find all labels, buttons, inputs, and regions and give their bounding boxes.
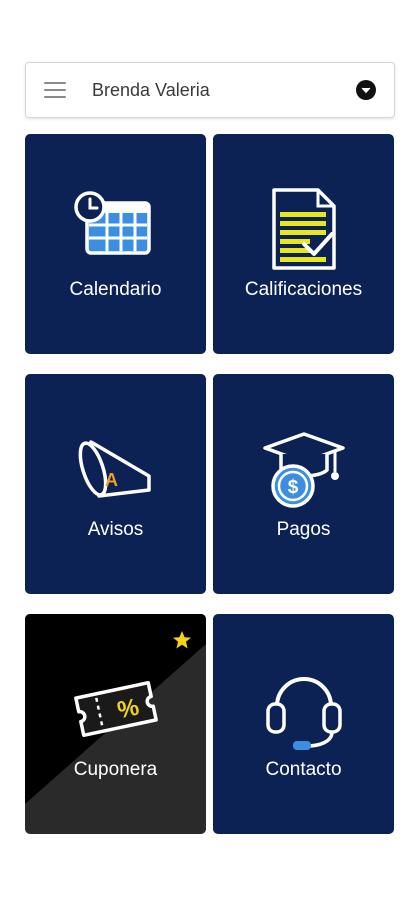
svg-text:$: $ (287, 477, 298, 498)
graduation-cap-dollar-icon: $ (213, 424, 394, 514)
calendar-clock-icon (25, 184, 206, 274)
tile-label: Calendario (69, 279, 162, 300)
tile-label: Cuponera (73, 759, 158, 780)
grades-document-icon (213, 184, 394, 274)
star-icon (172, 630, 192, 655)
tile-label: Pagos (276, 519, 331, 540)
megaphone-icon: A (25, 424, 206, 514)
tile-label: Contacto (265, 759, 342, 780)
tile-pagos[interactable]: $ Pagos (213, 374, 394, 594)
headset-icon (213, 664, 394, 754)
coupon-ticket-icon: % (25, 664, 206, 754)
user-selector[interactable]: Brenda Valeria (25, 62, 395, 118)
tile-calendario[interactable]: Calendario (25, 134, 206, 354)
tile-calificaciones[interactable]: Calificaciones (213, 134, 394, 354)
svg-text:A: A (105, 470, 118, 490)
tile-label: Calificaciones (244, 279, 363, 300)
tile-contacto[interactable]: Contacto (213, 614, 394, 834)
tile-avisos[interactable]: A Avisos (25, 374, 206, 594)
tile-label: Avisos (87, 519, 144, 540)
chevron-down-icon[interactable] (356, 80, 376, 100)
hamburger-menu-icon[interactable] (44, 82, 66, 98)
user-name: Brenda Valeria (92, 79, 210, 100)
tile-cuponera[interactable]: % Cuponera (25, 614, 206, 834)
